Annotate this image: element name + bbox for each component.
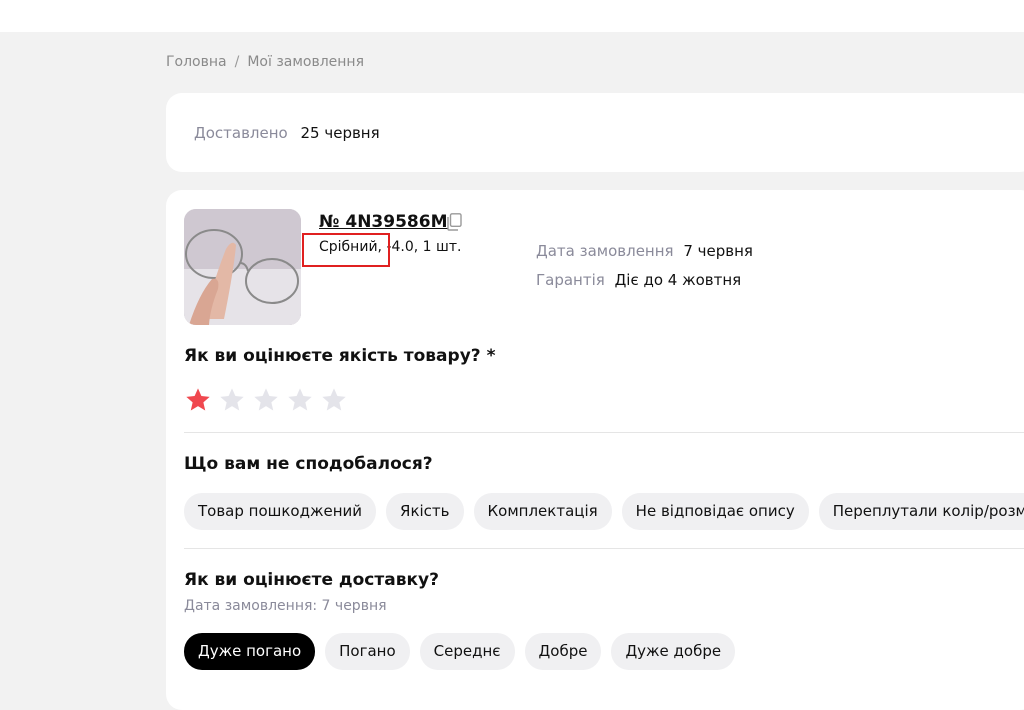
star-icon[interactable]: [218, 386, 246, 414]
breadcrumb-current[interactable]: Мої замовлення: [247, 54, 364, 70]
divider: [184, 548, 1024, 549]
dislikes-question: Що вам не сподобалося?: [184, 454, 433, 474]
delivery-status-date: 25 червня: [300, 124, 380, 142]
star-icon[interactable]: [184, 386, 212, 414]
warranty-label: Гарантія: [536, 271, 605, 289]
dislike-option-completeness[interactable]: Комплектація: [473, 493, 612, 530]
quality-rating: [184, 386, 348, 414]
delivery-rating-options: Дуже погано Погано Середнє Добре Дуже до…: [184, 633, 736, 670]
dislike-options: Товар пошкоджений Якість Комплектація Не…: [184, 493, 1024, 530]
dislike-option-quality[interactable]: Якість: [386, 493, 464, 530]
order-date: Дата замовлення 7 червня: [536, 242, 753, 260]
order-date-label: Дата замовлення: [536, 242, 674, 260]
copy-icon[interactable]: [446, 213, 462, 231]
delivery-option-average[interactable]: Середнє: [419, 633, 515, 670]
order-date-value: 7 червня: [683, 242, 753, 260]
order-number-link[interactable]: № 4N39586M: [319, 212, 448, 232]
product-image[interactable]: [184, 209, 301, 325]
star-icon[interactable]: [320, 386, 348, 414]
order-card: № 4N39586M Срібний, -4.0, 1 шт. Дата зам…: [166, 190, 1024, 710]
delivery-subtitle: Дата замовлення: 7 червня: [184, 598, 387, 614]
warranty: Гарантія Діє до 4 жовтня: [536, 271, 741, 289]
star-icon[interactable]: [286, 386, 314, 414]
warranty-value: Діє до 4 жовтня: [614, 271, 742, 289]
delivery-option-very-good[interactable]: Дуже добре: [611, 633, 736, 670]
delivery-option-very-bad[interactable]: Дуже погано: [184, 633, 316, 670]
delivery-status: Доставлено 25 червня: [194, 124, 380, 142]
delivery-option-good[interactable]: Добре: [524, 633, 602, 670]
top-bar: [0, 0, 1024, 32]
star-icon[interactable]: [252, 386, 280, 414]
delivery-status-card: Доставлено 25 червня: [166, 93, 1024, 172]
highlight-box: [302, 233, 390, 267]
quality-question: Як ви оцінюєте якість товару? *: [184, 346, 496, 366]
glasses-photo: [184, 209, 301, 325]
dislike-option-not-as-described[interactable]: Не відповідає опису: [621, 493, 809, 530]
breadcrumb-home-link[interactable]: Головна: [166, 54, 227, 70]
variant-details: -4.0, 1 шт.: [382, 239, 462, 255]
delivery-option-bad[interactable]: Погано: [325, 633, 410, 670]
breadcrumb-separator: /: [234, 54, 240, 70]
breadcrumb: Головна / Мої замовлення: [166, 54, 364, 70]
divider: [184, 432, 1024, 433]
dislike-option-damaged[interactable]: Товар пошкоджений: [184, 493, 377, 530]
delivery-question: Як ви оцінюєте доставку?: [184, 570, 439, 590]
delivery-status-label: Доставлено: [194, 124, 288, 142]
dislike-option-wrong-color-size[interactable]: Переплутали колір/розмір: [818, 493, 1024, 530]
